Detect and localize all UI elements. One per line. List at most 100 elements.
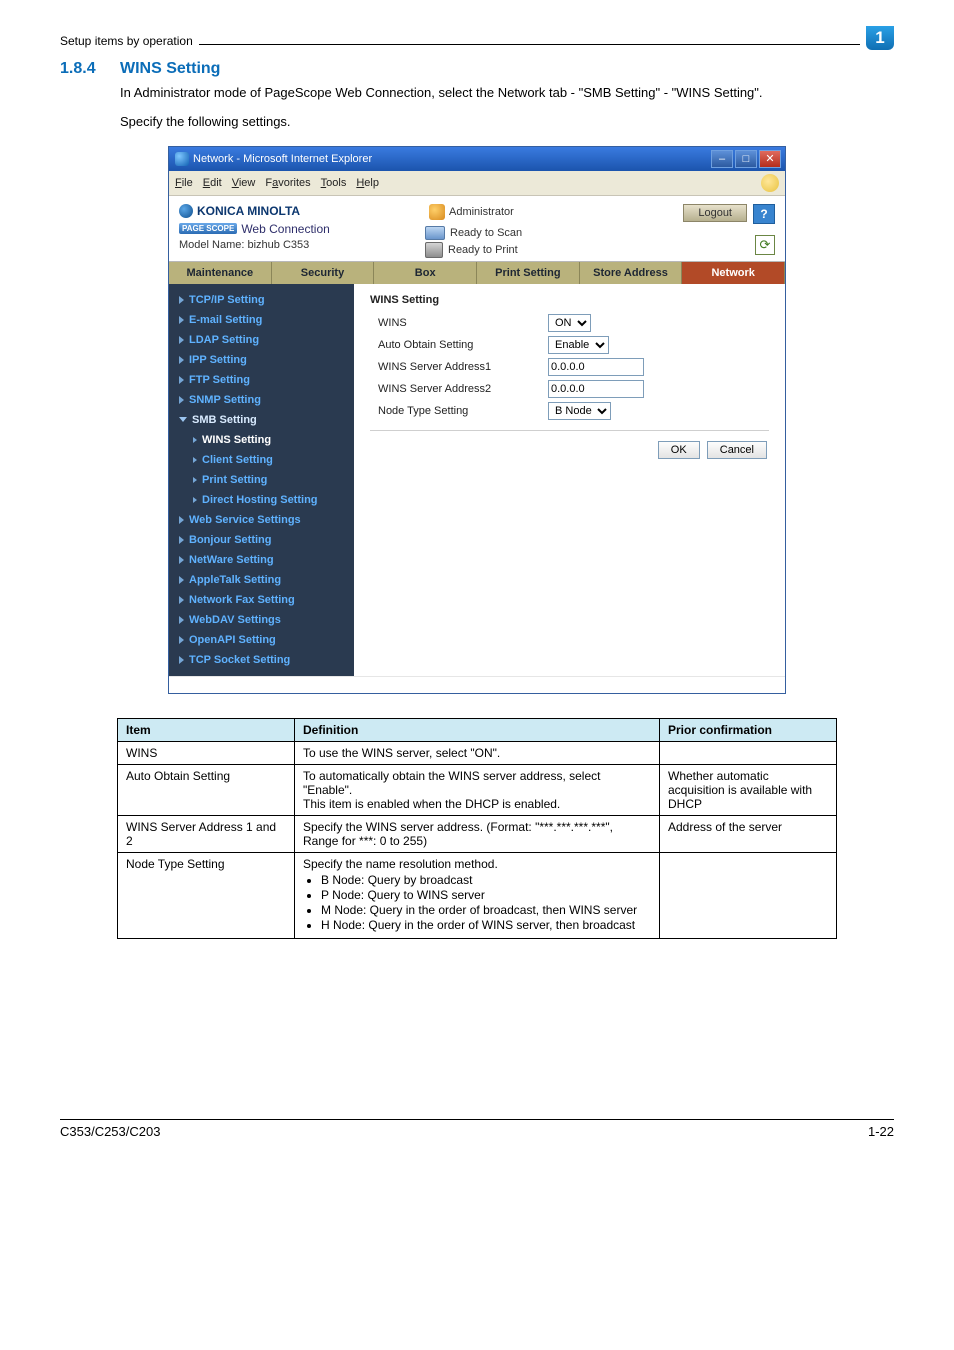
sidebar-item-openapi[interactable]: OpenAPI Setting [169,630,354,650]
cancel-button[interactable]: Cancel [707,441,767,459]
sidebar-sub-label: Print Setting [202,474,267,486]
sidebar-item-label: E-mail Setting [189,314,262,326]
section-desc-2: Specify the following settings. [120,113,894,132]
sidebar-item-label: SNMP Setting [189,394,261,406]
sidebar-sub-client[interactable]: Client Setting [169,450,354,470]
menu-edit[interactable]: Edit [203,177,222,189]
wins-addr2-input[interactable] [548,380,644,398]
wins-select[interactable]: ON [548,314,591,332]
chapter-badge: 1 [866,26,894,50]
brand-text: KONICA MINOLTA [197,204,300,218]
pagescope-badge: PAGE SCOPE [179,223,237,234]
refresh-button[interactable]: ⟳ [755,235,775,255]
ready-scan-text: Ready to Scan [450,227,522,239]
tab-box[interactable]: Box [374,262,477,284]
ie-titlebar: Network - Microsoft Internet Explorer – … [169,147,785,171]
menu-help[interactable]: Help [356,177,379,189]
sidebar-sub-direct-hosting[interactable]: Direct Hosting Setting [169,490,354,510]
close-button[interactable]: ✕ [759,150,781,168]
sidebar-item-label: WebDAV Settings [189,614,281,626]
logout-button[interactable]: Logout [683,204,747,222]
section-heading: 1.8.4WINS Setting [120,60,894,78]
tab-maintenance[interactable]: Maintenance [169,262,272,284]
cell-item: WINS [118,741,295,764]
globe-icon [179,204,193,218]
node-type-select[interactable]: B Node [548,402,611,420]
tab-store-address[interactable]: Store Address [580,262,683,284]
help-button[interactable]: ? [753,204,775,224]
sidebar-item-label: TCP Socket Setting [189,654,290,666]
sidebar-item-ldap[interactable]: LDAP Setting [169,330,354,350]
scanner-icon [425,226,445,240]
menu-file[interactable]: File [175,177,193,189]
admin-icon [429,204,445,220]
cell-prior: Address of the server [660,815,837,852]
ie-window-title: Network - Microsoft Internet Explorer [193,153,711,165]
ready-to-print: Ready to Print [425,242,518,258]
main-panel: WINS Setting WINS ON Auto Obtain Setting… [354,284,785,676]
sidebar-sub-wins[interactable]: WINS Setting [169,430,354,450]
ok-button[interactable]: OK [658,441,700,459]
sidebar-item-ftp[interactable]: FTP Setting [169,370,354,390]
th-definition: Definition [295,718,660,741]
ready-to-scan: Ready to Scan [425,226,522,240]
menu-view[interactable]: View [232,177,256,189]
wins-addr2-label: WINS Server Address2 [370,383,548,395]
section-title: WINS Setting [120,60,220,77]
administrator-label: Administrator [429,204,514,220]
node-type-lead: Specify the name resolution method. [303,857,498,871]
sidebar-item-label: AppleTalk Setting [189,574,281,586]
sidebar-item-snmp[interactable]: SNMP Setting [169,390,354,410]
wins-addr1-input[interactable] [548,358,644,376]
sidebar-item-ipp[interactable]: IPP Setting [169,350,354,370]
maximize-button[interactable]: □ [735,150,757,168]
sidebar-item-label: SMB Setting [192,414,257,426]
table-row: Auto Obtain Setting To automatically obt… [118,764,837,815]
sidebar-item-label: Web Service Settings [189,514,301,526]
sidebar-item-label: IPP Setting [189,354,247,366]
cell-item: Auto Obtain Setting [118,764,295,815]
definition-table: Item Definition Prior confirmation WINS … [117,718,837,939]
sidebar: TCP/IP Setting E-mail Setting LDAP Setti… [169,284,354,676]
list-item: B Node: Query by broadcast [321,873,651,887]
cell-prior [660,852,837,938]
sidebar-sub-label: Direct Hosting Setting [202,494,318,506]
cell-definition: Specify the WINS server address. (Format… [295,815,660,852]
sidebar-item-tcpip[interactable]: TCP/IP Setting [169,290,354,310]
minimize-button[interactable]: – [711,150,733,168]
cell-definition: To automatically obtain the WINS server … [295,764,660,815]
sidebar-item-label: LDAP Setting [189,334,259,346]
sidebar-sub-print[interactable]: Print Setting [169,470,354,490]
ie-icon [175,152,189,166]
table-row: WINS Server Address 1 and 2 Specify the … [118,815,837,852]
menu-favorites[interactable]: Favorites [265,177,310,189]
cell-definition: Specify the name resolution method. B No… [295,852,660,938]
list-item: H Node: Query in the order of WINS serve… [321,918,651,932]
sidebar-item-webdav[interactable]: WebDAV Settings [169,610,354,630]
cell-item: Node Type Setting [118,852,295,938]
sidebar-item-web-service[interactable]: Web Service Settings [169,510,354,530]
tab-print-setting[interactable]: Print Setting [477,262,580,284]
sidebar-item-label: TCP/IP Setting [189,294,265,306]
sidebar-item-netware[interactable]: NetWare Setting [169,550,354,570]
sidebar-item-label: NetWare Setting [189,554,274,566]
cell-prior [660,741,837,764]
tab-security[interactable]: Security [272,262,375,284]
th-item: Item [118,718,295,741]
footer-left: C353/C253/C203 [60,1124,160,1139]
menu-tools[interactable]: Tools [321,177,347,189]
ie-throbber-icon [761,174,779,192]
top-tabs: Maintenance Security Box Print Setting S… [169,262,785,284]
list-item: M Node: Query in the order of broadcast,… [321,903,651,917]
printer-icon [425,242,443,258]
sidebar-item-bonjour[interactable]: Bonjour Setting [169,530,354,550]
auto-obtain-select[interactable]: Enable [548,336,609,354]
sidebar-item-smb[interactable]: SMB Setting [169,410,354,430]
sidebar-item-tcp-socket[interactable]: TCP Socket Setting [169,650,354,670]
sidebar-item-network-fax[interactable]: Network Fax Setting [169,590,354,610]
sidebar-item-email[interactable]: E-mail Setting [169,310,354,330]
sidebar-item-label: Network Fax Setting [189,594,295,606]
sidebar-item-appletalk[interactable]: AppleTalk Setting [169,570,354,590]
auto-obtain-label: Auto Obtain Setting [370,339,548,351]
tab-network[interactable]: Network [682,262,785,284]
